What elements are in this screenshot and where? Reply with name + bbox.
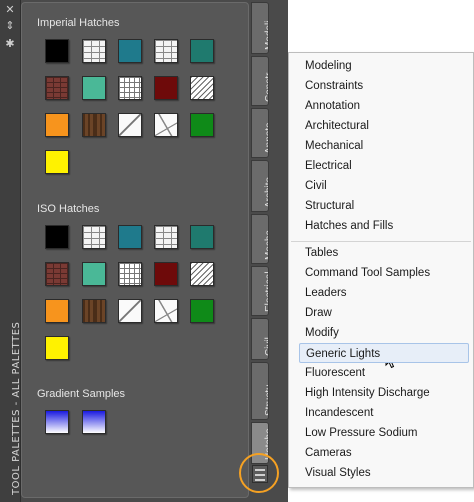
menu-item[interactable]: Hatches and Fills [305, 216, 393, 236]
menu-item[interactable]: Annotation [305, 96, 360, 116]
menu-item[interactable]: Command Tool Samples [305, 263, 430, 283]
hatch-tool-solid-green[interactable] [190, 113, 214, 137]
palette-tab-label: Electrical [264, 271, 269, 312]
hatch-tool-solid-teal-blue[interactable] [118, 225, 142, 249]
hatch-tool-gradient-blue-white[interactable] [45, 410, 69, 434]
menu-separator [291, 241, 471, 242]
hatch-tool-grid-white[interactable] [118, 262, 142, 286]
menu-item[interactable]: Visual Styles [305, 463, 371, 483]
hatch-tool-rock[interactable] [154, 299, 178, 323]
palette-tabs: Modeli... Constr... Annota... Archite... Mec… [251, 2, 269, 498]
palette-tab-label: Structu... [264, 375, 269, 416]
palette-group-menu: Modeling Constraints Annotation Architectur… [288, 52, 474, 488]
menu-item[interactable]: Leaders [305, 283, 347, 303]
hatch-tool-solid-black[interactable] [45, 225, 69, 249]
menu-item[interactable]: Tables [305, 243, 338, 263]
hatch-tool-solid-yellow[interactable] [45, 150, 69, 174]
tool-palette-window: ✕ ⇕ ✱ TOOL PALETTES - ALL PALETTES Imper… [0, 0, 288, 502]
hatch-tool-parquet[interactable] [82, 299, 106, 323]
palette-content: Imperial Hatches ISO Hatches Gradient Sa… [21, 2, 249, 498]
close-icon[interactable]: ✕ [4, 4, 16, 16]
menu-item[interactable]: Generic Lights [299, 343, 469, 363]
menu-item[interactable]: Constraints [305, 76, 363, 96]
hatch-tool-brick-white[interactable] [82, 225, 106, 249]
palette-tab[interactable]: Electrical [251, 266, 269, 316]
hatch-tool-solid-green[interactable] [190, 299, 214, 323]
palette-tab-label: Modeli... [264, 12, 269, 50]
palette-tab-label: Civil [264, 337, 269, 356]
hatch-tool-solid-maroon[interactable] [154, 262, 178, 286]
menu-item[interactable]: Architectural [305, 116, 369, 136]
hatch-tool-earth[interactable] [118, 299, 142, 323]
hatch-tool-diagonal-lines[interactable] [190, 262, 214, 286]
palette-tab-label: Constr... [264, 64, 269, 102]
menu-item[interactable]: Modify [305, 323, 339, 343]
menu-item[interactable]: Mechanical [305, 136, 363, 156]
hatch-tool-brick-white-2[interactable] [154, 39, 178, 63]
menu-item[interactable]: Draw [305, 303, 332, 323]
section-title: Imperial Hatches [37, 17, 120, 29]
palette-tab[interactable]: Archite... [251, 160, 269, 212]
hatch-tool-solid-sea-green[interactable] [82, 262, 106, 286]
pin-icon[interactable]: ⇕ [4, 20, 16, 32]
hatch-tool-solid-dark-teal[interactable] [190, 225, 214, 249]
palette-tab-label: Annota... [264, 113, 269, 154]
menu-item[interactable]: Low Pressure Sodium [305, 423, 418, 443]
hatch-tool-red-brick[interactable] [45, 76, 69, 100]
menu-item[interactable]: High Intensity Discharge [305, 383, 430, 403]
menu-item[interactable]: Structural [305, 196, 354, 216]
palette-tab[interactable]: Civil [251, 318, 269, 360]
menu-item[interactable]: Modeling [305, 56, 352, 76]
section-title: ISO Hatches [37, 203, 100, 215]
hatch-tool-solid-sea-green[interactable] [82, 76, 106, 100]
hatch-tool-solid-dark-teal[interactable] [190, 39, 214, 63]
palette-tab-label: Archite... [264, 168, 269, 208]
hatch-tool-solid-yellow[interactable] [45, 336, 69, 360]
hatch-tool-brick-white[interactable] [82, 39, 106, 63]
palette-tab[interactable]: Modeli... [251, 2, 269, 54]
menu-item[interactable]: Incandescent [305, 403, 373, 423]
hatch-tool-parquet[interactable] [82, 113, 106, 137]
palette-tab-label: Mecha... [264, 221, 269, 260]
section-title: Gradient Samples [37, 388, 126, 400]
palette-tab[interactable]: Structu... [251, 362, 269, 420]
hatch-tool-red-brick[interactable] [45, 262, 69, 286]
hatch-tool-diagonal-lines[interactable] [190, 76, 214, 100]
menu-item[interactable]: Civil [305, 176, 327, 196]
hatch-tool-brick-white-2[interactable] [154, 225, 178, 249]
hatch-tool-gradient-blue-white-2[interactable] [82, 410, 106, 434]
menu-item[interactable]: Electrical [305, 156, 352, 176]
hatch-tool-solid-black[interactable] [45, 39, 69, 63]
menu-item[interactable]: Cameras [305, 443, 352, 463]
hatch-tool-grid-white[interactable] [118, 76, 142, 100]
palette-tab[interactable]: Annota... [251, 108, 269, 158]
menu-item[interactable]: Fluorescent [305, 363, 365, 383]
hatch-tool-solid-orange[interactable] [45, 113, 69, 137]
palette-tab[interactable]: Constr... [251, 56, 269, 106]
highlight-ring [239, 453, 279, 493]
hatch-tool-solid-orange[interactable] [45, 299, 69, 323]
palette-tab[interactable]: Mecha... [251, 214, 269, 264]
settings-icon[interactable]: ✱ [4, 38, 16, 50]
hatch-tool-rock[interactable] [154, 113, 178, 137]
hatch-tool-solid-teal-blue[interactable] [118, 39, 142, 63]
hatch-tool-solid-maroon[interactable] [154, 76, 178, 100]
hatch-tool-earth[interactable] [118, 113, 142, 137]
palette-title-strip[interactable]: ✕ ⇕ ✱ TOOL PALETTES - ALL PALETTES [0, 0, 22, 502]
